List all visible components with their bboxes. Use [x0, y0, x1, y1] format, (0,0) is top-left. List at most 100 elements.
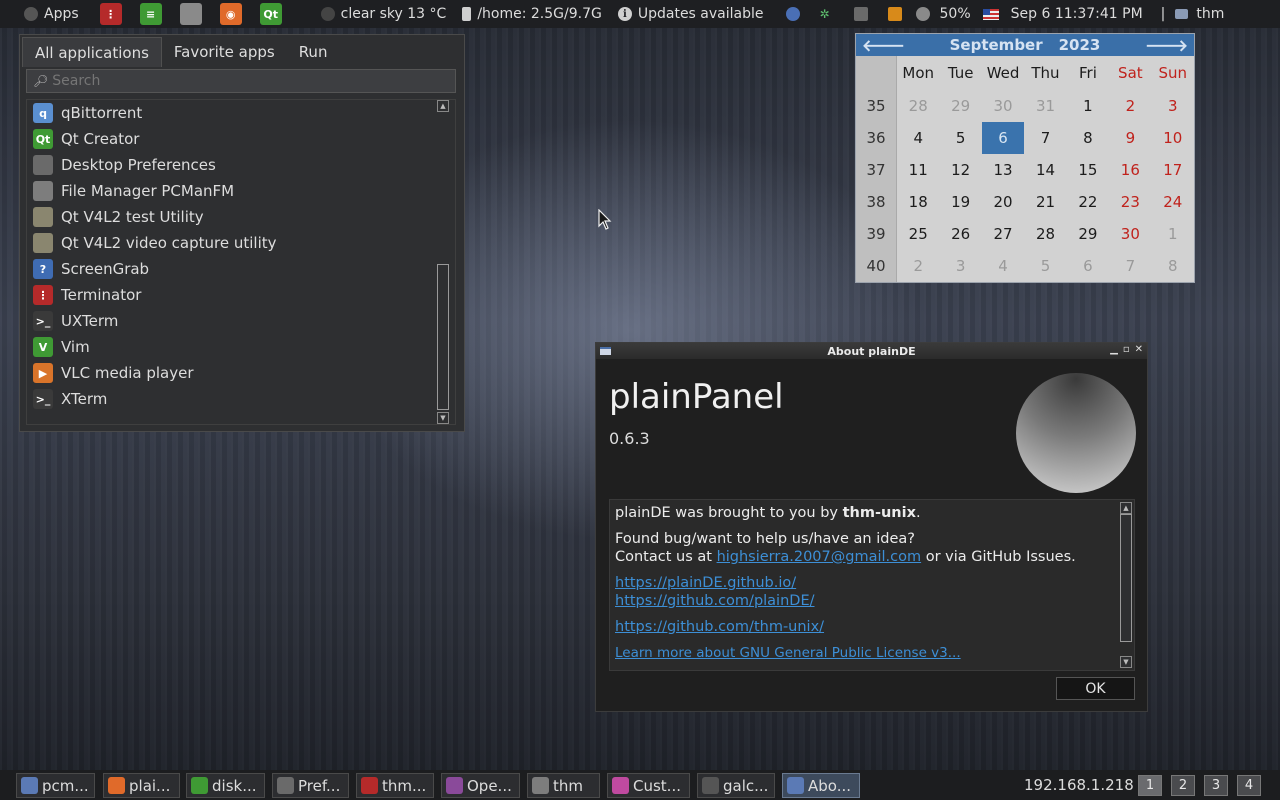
calendar-day[interactable]: 23 [1109, 186, 1151, 218]
calendar-day[interactable]: 7 [1024, 122, 1066, 154]
taskbar-button[interactable]: Cust... [607, 773, 690, 798]
volume-level[interactable]: 50% [940, 6, 971, 22]
search-field[interactable]: 🔎︎ [26, 69, 456, 93]
calendar-day[interactable]: 29 [939, 90, 981, 122]
calendar-day[interactable]: 18 [897, 186, 939, 218]
launcher-text-editor-icon[interactable]: ≡ [139, 3, 162, 25]
calendar-day[interactable]: 1 [1152, 218, 1194, 250]
tab-all-applications[interactable]: All applications [22, 37, 162, 67]
calendar-day[interactable]: 17 [1152, 154, 1194, 186]
list-item[interactable]: Qt Qt Creator [27, 126, 455, 152]
volume-icon[interactable] [915, 7, 930, 21]
calendar-day[interactable]: 9 [1109, 122, 1151, 154]
scroll-track[interactable] [437, 114, 449, 410]
taskbar-button[interactable]: thm [527, 773, 600, 798]
prev-month-icon[interactable]: 🡐 [862, 35, 905, 55]
calendar-day[interactable]: 6 [981, 122, 1025, 154]
calendar-day[interactable]: 28 [1024, 218, 1066, 250]
calendar-day[interactable]: 8 [1067, 122, 1109, 154]
dialog-titlebar[interactable]: About plainDE ▁ ▫ ✕ [596, 343, 1147, 359]
media-icon[interactable] [887, 7, 902, 21]
calendar-day[interactable]: 26 [939, 218, 981, 250]
list-item[interactable]: Qt V4L2 test Utility [27, 204, 455, 230]
calendar-month[interactable]: September [950, 36, 1043, 54]
taskbar-button[interactable]: Ope... [441, 773, 520, 798]
taskbar-button[interactable]: thm... [356, 773, 434, 798]
launcher-qt-creator-icon[interactable]: Qt [259, 3, 282, 25]
calendar-day[interactable]: 31 [1024, 90, 1066, 122]
calendar-day[interactable]: 29 [1067, 218, 1109, 250]
list-item[interactable]: q qBittorrent [27, 100, 455, 126]
list-item[interactable]: >_ UXTerm [27, 308, 455, 334]
network-icon[interactable] [785, 7, 800, 21]
calendar-day[interactable]: 21 [1024, 186, 1066, 218]
app-list-scrollbar[interactable]: ▲ ▼ [437, 100, 449, 424]
window-menu-icon[interactable] [600, 347, 611, 355]
taskbar-button[interactable]: plai... [103, 773, 180, 798]
updates-widget[interactable]: i Updates available [617, 6, 764, 22]
list-item[interactable]: File Manager PCManFM [27, 178, 455, 204]
org-link[interactable]: https://github.com/plainDE/ [615, 593, 815, 609]
disk-usage-widget[interactable]: /home: 2.5G/9.7G [462, 6, 602, 22]
scroll-thumb[interactable] [437, 264, 449, 410]
workspace-button[interactable]: 3 [1204, 775, 1228, 796]
scroll-down-icon[interactable]: ▼ [1120, 656, 1132, 668]
calendar-day[interactable]: 3 [1152, 90, 1194, 122]
launcher-terminator-icon[interactable]: ⋮ [99, 3, 122, 25]
clock[interactable]: Sep 6 11:37:41 PM [1011, 6, 1143, 22]
email-link[interactable]: highsierra.2007@gmail.com [717, 549, 922, 565]
taskbar-button[interactable]: galc... [697, 773, 775, 798]
list-item[interactable]: ▶ VLC media player [27, 360, 455, 386]
maximize-icon[interactable]: ▫ [1123, 344, 1130, 355]
calendar-day[interactable]: 19 [939, 186, 981, 218]
apps-menu-button[interactable]: Apps [0, 0, 91, 28]
scroll-thumb[interactable] [1120, 514, 1132, 642]
calendar-day[interactable]: 28 [897, 90, 939, 122]
site-link[interactable]: https://plainDE.github.io/ [615, 575, 796, 591]
list-item[interactable]: V Vim [27, 334, 455, 360]
calendar-day[interactable]: 2 [897, 250, 939, 282]
taskbar-button[interactable]: Pref... [272, 773, 349, 798]
scroll-up-icon[interactable]: ▲ [1120, 502, 1132, 514]
calendar-day[interactable]: 4 [982, 250, 1024, 282]
calendar-day[interactable]: 12 [939, 154, 981, 186]
workspace-button[interactable]: 1 [1138, 775, 1162, 796]
scroll-up-icon[interactable]: ▲ [437, 100, 449, 112]
calendar-day[interactable]: 6 [1067, 250, 1109, 282]
weather-widget[interactable]: clear sky 13 °C [320, 6, 446, 22]
launcher-file-manager-icon[interactable] [179, 3, 202, 25]
calendar-day[interactable]: 27 [982, 218, 1024, 250]
search-input[interactable] [52, 73, 433, 89]
close-icon[interactable]: ✕ [1135, 344, 1143, 355]
calendar-day[interactable]: 5 [939, 122, 981, 154]
calendar-day[interactable]: 30 [982, 90, 1024, 122]
taskbar-button[interactable]: Abo... [782, 773, 860, 798]
calendar-day[interactable]: 11 [897, 154, 939, 186]
list-item[interactable]: Qt V4L2 video capture utility [27, 230, 455, 256]
calendar-day[interactable]: 16 [1109, 154, 1151, 186]
calendar-day[interactable]: 1 [1067, 90, 1109, 122]
about-scrollbar[interactable]: ▲ ▼ [1120, 502, 1132, 668]
taskbar-button[interactable]: disk... [186, 773, 265, 798]
calendar-day[interactable]: 7 [1109, 250, 1151, 282]
list-item[interactable]: >_ XTerm [27, 386, 455, 412]
calendar-day[interactable]: 24 [1152, 186, 1194, 218]
calendar-day[interactable]: 3 [939, 250, 981, 282]
workspace-button[interactable]: 2 [1171, 775, 1195, 796]
calendar-day[interactable]: 20 [982, 186, 1024, 218]
calendar-day[interactable]: 8 [1152, 250, 1194, 282]
author-link[interactable]: https://github.com/thm-unix/ [615, 619, 824, 635]
screenshot-icon[interactable] [853, 7, 868, 21]
calendar-year[interactable]: 2023 [1059, 36, 1101, 54]
calendar-day[interactable]: 4 [897, 122, 939, 154]
minimize-icon[interactable]: ▁ [1110, 344, 1118, 355]
calendar-day[interactable]: 5 [1024, 250, 1066, 282]
tab-favorite-apps[interactable]: Favorite apps [162, 37, 287, 67]
calendar-day[interactable]: 15 [1067, 154, 1109, 186]
user-name[interactable]: thm [1196, 6, 1224, 22]
workspace-button[interactable]: 4 [1237, 775, 1261, 796]
list-item[interactable]: ? ScreenGrab [27, 256, 455, 282]
taskbar-button[interactable]: pcm... [16, 773, 95, 798]
ok-button[interactable]: OK [1056, 677, 1135, 700]
calendar-day[interactable]: 14 [1024, 154, 1066, 186]
